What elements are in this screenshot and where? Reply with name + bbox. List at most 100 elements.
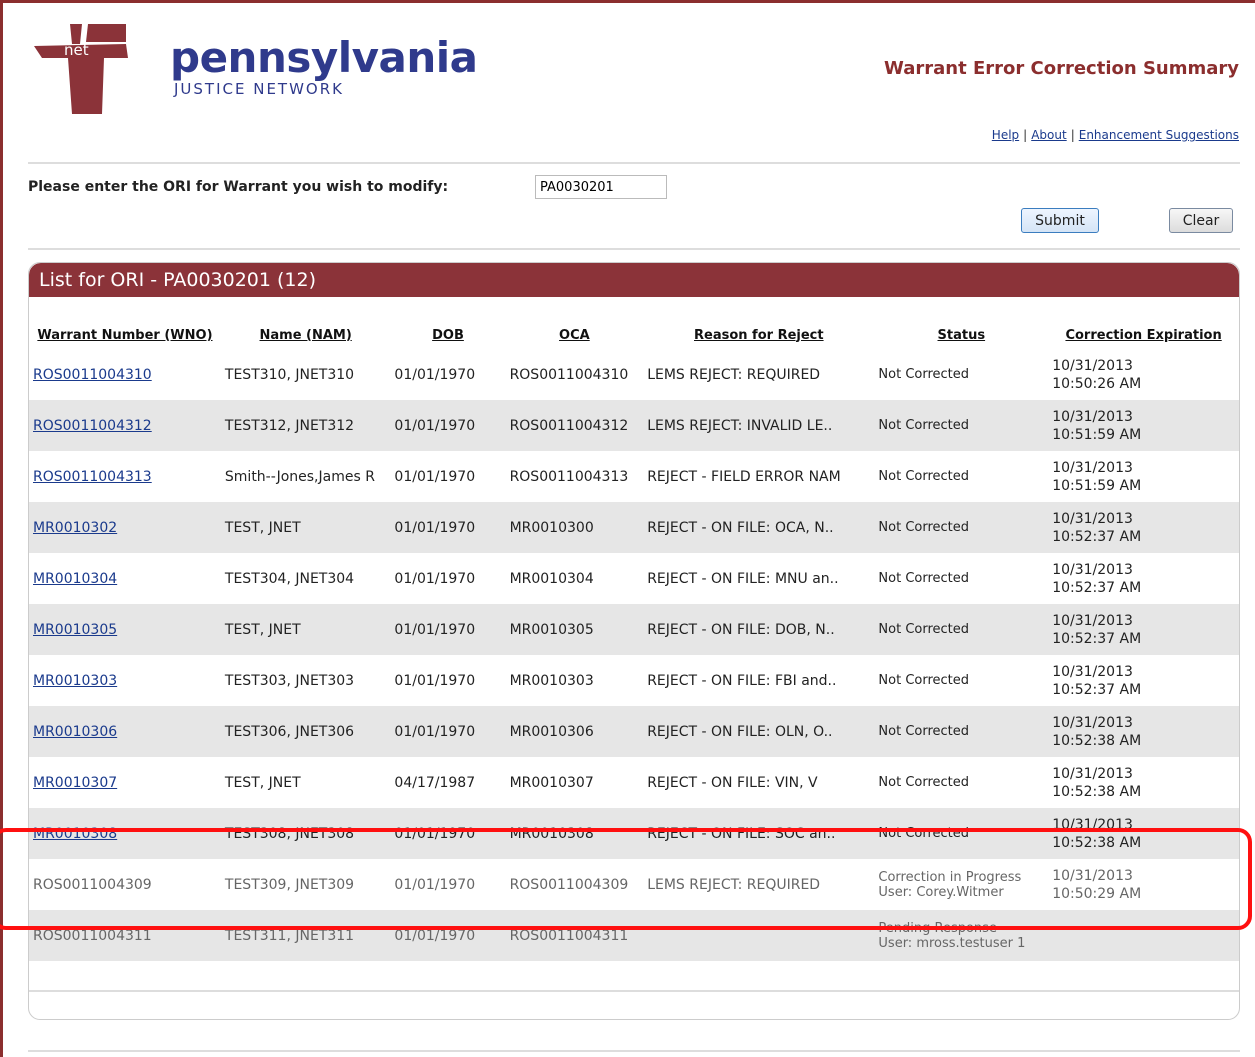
expiration-cell: 10/31/2013 10:51:59 AM [1048, 400, 1239, 451]
column-header-expiration[interactable]: Correction Expiration [1048, 321, 1239, 349]
oca-cell: ROS0011004311 [505, 910, 644, 961]
enhancement-suggestions-link[interactable]: Enhancement Suggestions [1079, 128, 1239, 142]
warrant-list-panel: List for ORI - PA0030201 (12) Warrant Nu… [28, 262, 1240, 1020]
dob-cell: 01/01/1970 [394, 672, 476, 689]
warrant-number-cell[interactable]: MR0010303 [29, 655, 221, 706]
expiration-cell: 10/31/2013 10:52:37 AM [1048, 655, 1239, 706]
warrant-number-cell[interactable]: ROS0011004312 [29, 400, 221, 451]
reason-cell: REJECT - ON FILE: SOC an.. [643, 808, 875, 859]
status-cell: Not Corrected [874, 502, 1049, 553]
link-separator: | [1023, 128, 1028, 142]
oca-cell: ROS0011004313 [509, 468, 629, 485]
status-cell: Not Corrected [874, 349, 1048, 400]
warrant-number-link[interactable]: MR0010303 [33, 673, 117, 689]
divider [28, 1050, 1240, 1052]
status-cell: Not Corrected [874, 808, 1049, 859]
name-cell: TEST308, JNET308 [220, 808, 391, 859]
oca-cell: ROS0011004310 [509, 366, 629, 383]
reason-cell: REJECT - FIELD ERROR NAM [647, 468, 841, 485]
table-header-row: Warrant Number (WNO) Name (NAM) DOB OCA … [29, 321, 1239, 349]
table-row: MR0010303 TEST303, JNET303 01/01/1970 MR001… [29, 655, 1239, 706]
status-cell: Correction in Progress User: Corey.Witmer [874, 859, 1048, 910]
warrant-number-link[interactable]: ROS0011004310 [33, 367, 152, 383]
warrant-number-link[interactable]: MR0010306 [33, 724, 117, 740]
ori-label: Please enter the ORI for Warrant you wis… [28, 179, 449, 195]
status-cell: Not Corrected [874, 400, 1049, 451]
warrant-number-cell[interactable]: MR0010308 [29, 808, 221, 859]
expiration-date: 10/31/2013 [1052, 459, 1133, 476]
column-header-oca[interactable]: OCA [506, 321, 644, 349]
warrant-number-link[interactable]: ROS0011004312 [33, 418, 152, 434]
column-header-reason[interactable]: Reason for Reject [643, 321, 874, 349]
expiration-date: 10/31/2013 [1052, 408, 1133, 425]
clear-button[interactable]: Clear [1169, 208, 1233, 233]
column-header-name[interactable]: Name (NAM) [221, 321, 391, 349]
status-cell: Not Corrected [874, 553, 1048, 604]
dob-cell: 01/01/1970 [390, 502, 506, 553]
table-row: MR0010307 TEST, JNET 04/17/1987 MR0010307 RE… [29, 757, 1239, 808]
expiration-time: 10:51:59 AM [1052, 477, 1142, 494]
logo-sub-text: JUSTICE NETWORK [174, 80, 344, 98]
ori-input[interactable] [535, 175, 667, 199]
expiration-date: 10/31/2013 [1052, 714, 1133, 731]
submit-button[interactable]: Submit [1021, 208, 1099, 233]
expiration-time: 10:52:37 AM [1052, 681, 1142, 698]
warrant-number-cell[interactable]: ROS0011004313 [29, 451, 221, 502]
name-cell: TEST, JNET [220, 604, 391, 655]
warrant-number-cell[interactable]: MR0010302 [29, 502, 221, 553]
dob-cell: 01/01/1970 [390, 604, 506, 655]
warrant-number-cell[interactable]: ROS0011004310 [29, 349, 221, 400]
name-cell: TEST309, JNET309 [224, 876, 355, 893]
dob-cell: 01/01/1970 [390, 400, 506, 451]
table-row: MR0010304 TEST304, JNET304 01/01/1970 MR001… [29, 553, 1239, 604]
pa-justice-network-logo[interactable]: net pennsylvania JUSTICE NETWORK [34, 22, 478, 122]
warrant-number-link[interactable]: MR0010308 [33, 826, 117, 842]
warrant-number-link[interactable]: ROS0011004313 [33, 469, 152, 485]
oca-cell: MR0010304 [509, 570, 594, 587]
reason-cell: REJECT - ON FILE: FBI and.. [647, 672, 837, 689]
link-separator: | [1070, 128, 1075, 142]
dob-cell: 04/17/1987 [394, 774, 476, 791]
oca-cell: MR0010303 [509, 672, 594, 689]
dob-cell: 01/01/1970 [394, 468, 476, 485]
about-link[interactable]: About [1031, 128, 1066, 142]
name-cell: TEST, JNET [224, 774, 301, 791]
reason-cell: LEMS REJECT: INVALID LE.. [643, 400, 875, 451]
expiration-cell [1048, 910, 1239, 961]
expiration-time: 10:52:37 AM [1052, 528, 1142, 545]
warrant-table: Warrant Number (WNO) Name (NAM) DOB OCA … [29, 321, 1239, 961]
status-text: Not Corrected [878, 673, 970, 688]
warrant-number-cell[interactable]: MR0010305 [29, 604, 221, 655]
warrant-number-cell[interactable]: MR0010304 [29, 553, 221, 604]
warrant-number-link[interactable]: MR0010305 [33, 622, 117, 638]
expiration-time: 10:52:38 AM [1052, 783, 1142, 800]
column-header-status[interactable]: Status [874, 321, 1048, 349]
expiration-cell: 10/31/2013 10:50:26 AM [1048, 349, 1239, 400]
reason-cell [643, 910, 875, 961]
oca-cell: MR0010307 [509, 774, 594, 791]
warrant-number-link[interactable]: MR0010304 [33, 571, 117, 587]
warrant-number-link[interactable]: MR0010302 [33, 520, 117, 536]
status-cell: Not Corrected [874, 451, 1048, 502]
expiration-time: 10:51:59 AM [1052, 426, 1142, 443]
column-header-dob[interactable]: DOB [390, 321, 505, 349]
table-row: ROS0011004310 TEST310, JNET310 01/01/1970 R… [29, 349, 1239, 400]
status-text: Not Corrected [878, 367, 970, 382]
name-cell: TEST310, JNET310 [224, 366, 355, 383]
dob-cell: 01/01/1970 [390, 910, 506, 961]
expiration-date: 10/31/2013 [1052, 816, 1133, 833]
reason-cell: REJECT - ON FILE: DOB, N.. [643, 604, 875, 655]
table-row: ROS0011004309 TEST309, JNET309 01/01/1970 R… [29, 859, 1239, 910]
status-cell: Not Corrected [874, 604, 1049, 655]
logo-mark-text: net [64, 41, 89, 59]
column-header-wno[interactable]: Warrant Number (WNO) [29, 321, 221, 349]
warrant-number-cell[interactable]: MR0010306 [29, 706, 221, 757]
warrant-number-cell: ROS0011004309 [33, 876, 152, 893]
logo-main-text: pennsylvania [170, 33, 478, 82]
warrant-number-cell[interactable]: MR0010307 [29, 757, 221, 808]
warrant-number-link[interactable]: MR0010307 [33, 775, 117, 791]
expiration-time: 10:52:37 AM [1052, 630, 1142, 647]
reason-cell: LEMS REJECT: REQUIRED [647, 876, 821, 893]
dob-cell: 01/01/1970 [390, 706, 506, 757]
help-link[interactable]: Help [992, 128, 1019, 142]
